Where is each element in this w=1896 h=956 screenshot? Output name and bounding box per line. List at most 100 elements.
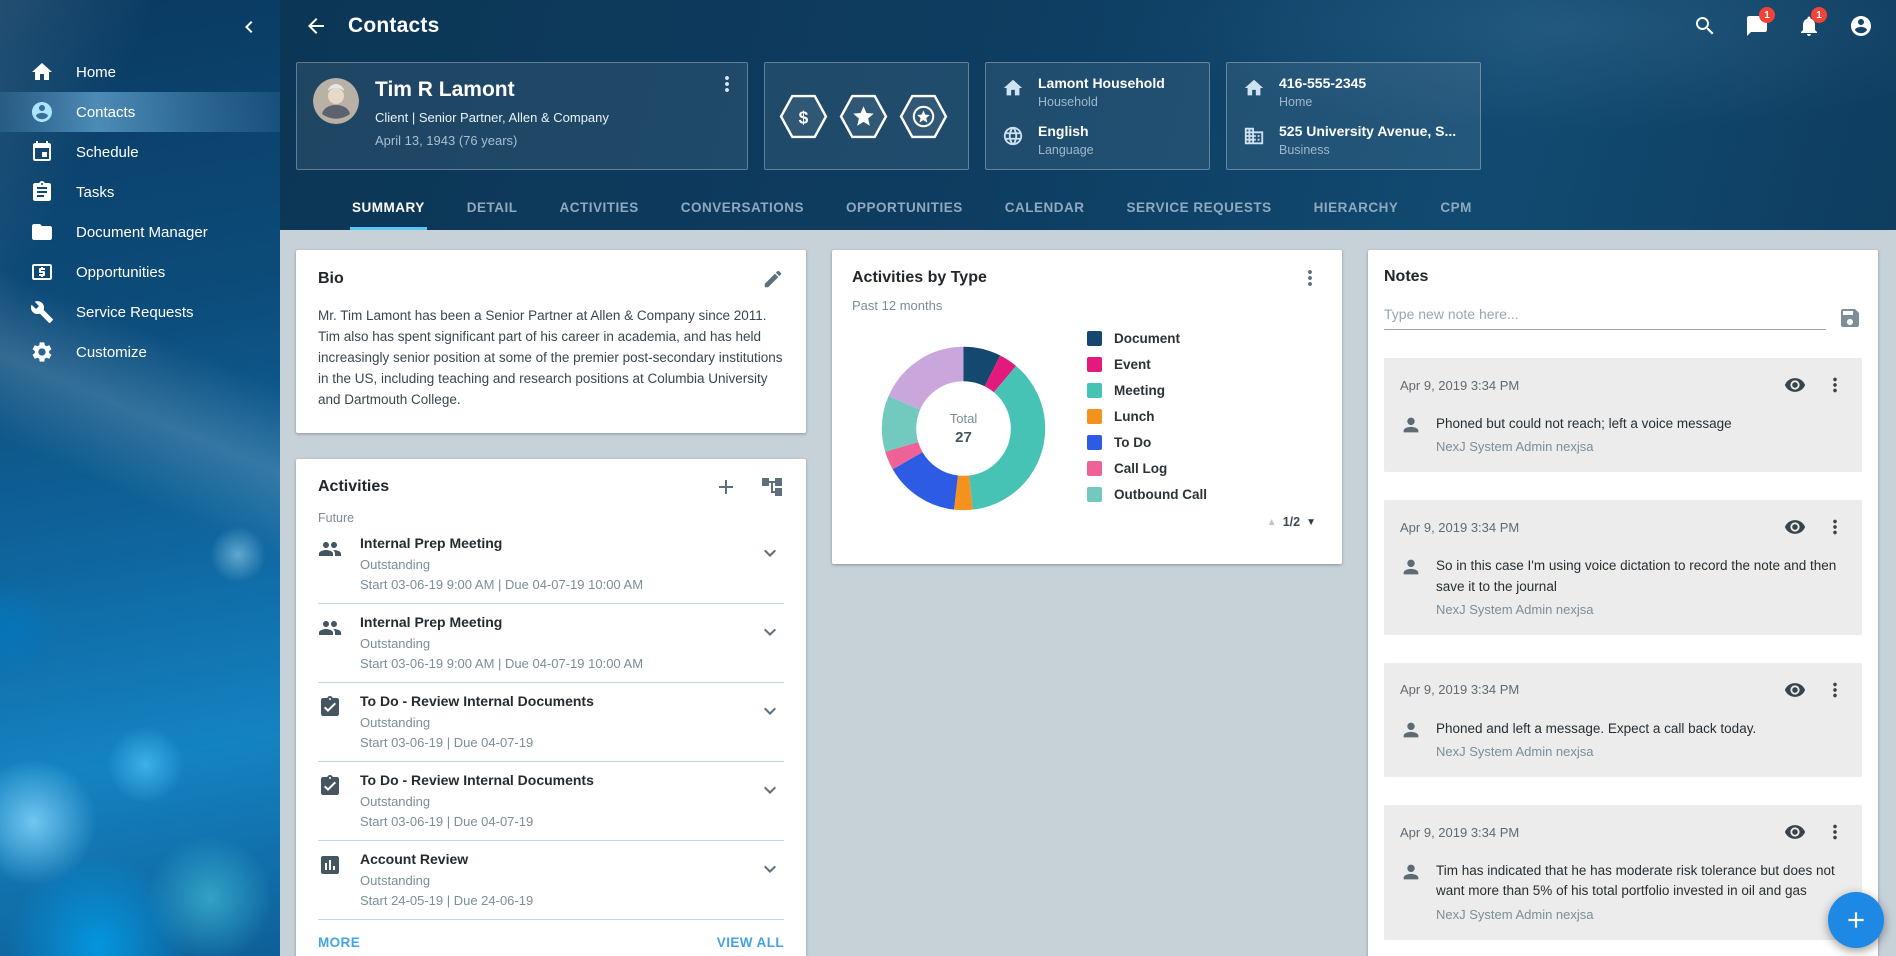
- expand-activity-button[interactable]: [758, 620, 782, 644]
- sidebar-item[interactable]: Customize: [0, 332, 280, 372]
- contact-name: Tim R Lamont: [375, 78, 609, 102]
- chart-legend: Document Event MeetingLunch To Do Call Log Ou…: [1087, 325, 1316, 507]
- add-activity-button[interactable]: [714, 475, 738, 499]
- account-button[interactable]: [1840, 5, 1882, 47]
- sidebar-item[interactable]: Schedule: [0, 132, 280, 172]
- legend-label: To Do: [1114, 435, 1151, 450]
- kebab-icon: [1824, 821, 1846, 843]
- info-label: Home: [1279, 95, 1366, 109]
- info-row[interactable]: English Language: [1002, 123, 1193, 157]
- search-button[interactable]: [1684, 5, 1726, 47]
- view-all-button[interactable]: VIEW ALL: [717, 935, 784, 950]
- save-note-button[interactable]: [1838, 306, 1862, 330]
- chart-title: Activities by Type: [852, 269, 987, 287]
- chart-menu-button[interactable]: [1298, 266, 1322, 290]
- award-badge-icon[interactable]: [899, 94, 948, 139]
- legend-item[interactable]: Outbound Call: [1087, 481, 1316, 507]
- arrow-back-icon: [304, 14, 328, 38]
- expand-activity-button[interactable]: [758, 699, 782, 723]
- legend-item[interactable]: Meeting: [1087, 377, 1316, 403]
- add-fab-button[interactable]: [1828, 892, 1884, 948]
- info-row[interactable]: Lamont Household Household: [1002, 75, 1193, 109]
- tab[interactable]: DETAIL: [465, 186, 520, 230]
- expand-activity-button[interactable]: [758, 857, 782, 881]
- new-note-input[interactable]: [1384, 300, 1826, 330]
- activities-card: Activities Future: [296, 459, 806, 956]
- sidebar-item[interactable]: Home: [0, 52, 280, 92]
- note-menu-button[interactable]: [1824, 516, 1846, 538]
- activity-dates: Start 03-06-19 | Due 04-07-19: [360, 814, 594, 829]
- legend-label: Event: [1114, 357, 1151, 372]
- sidebar-item[interactable]: Service Requests: [0, 292, 280, 332]
- note-item[interactable]: Apr 9, 2019 3:34 PM: [1384, 358, 1862, 472]
- tab[interactable]: CONVERSATIONS: [679, 186, 806, 230]
- info-row[interactable]: 525 University Avenue, S... Business: [1243, 123, 1464, 157]
- view-note-button[interactable]: [1784, 374, 1806, 396]
- activity-hierarchy-button[interactable]: [760, 475, 784, 499]
- tab[interactable]: OPPORTUNITIES: [844, 186, 965, 230]
- star-badge-icon[interactable]: [839, 94, 888, 139]
- page-header: Contacts 1 1: [280, 0, 1896, 230]
- tab[interactable]: ACTIVITIES: [558, 186, 641, 230]
- activity-row[interactable]: Internal Prep Meeting Outstanding Start …: [318, 604, 784, 683]
- view-note-button[interactable]: [1784, 679, 1806, 701]
- legend-label: Outbound Call: [1114, 487, 1207, 502]
- activity-status: Outstanding: [360, 636, 643, 651]
- note-item[interactable]: Apr 9, 2019 3:34 PM: [1384, 500, 1862, 635]
- tab[interactable]: CPM: [1438, 186, 1474, 230]
- tab[interactable]: HIERARCHY: [1312, 186, 1401, 230]
- notifications-button[interactable]: 1: [1788, 5, 1830, 47]
- tab-label: DETAIL: [467, 200, 518, 215]
- view-note-button[interactable]: [1784, 821, 1806, 843]
- sidebar-item[interactable]: Document Manager: [0, 212, 280, 252]
- activity-title: Account Review: [360, 851, 533, 868]
- tab[interactable]: CALENDAR: [1003, 186, 1087, 230]
- activity-row[interactable]: To Do - Review Internal Documents Outsta…: [318, 762, 784, 841]
- dollar-badge-icon[interactable]: $: [779, 94, 828, 139]
- plus-icon: [714, 475, 738, 499]
- legend-item[interactable]: Event: [1087, 351, 1316, 377]
- sidebar-item-label: Contacts: [76, 104, 135, 121]
- legend-swatch: [1087, 461, 1102, 476]
- note-item[interactable]: Apr 9, 2019 3:34 PM: [1384, 663, 1862, 777]
- more-button[interactable]: MORE: [318, 935, 360, 950]
- legend-pagination: ▲ 1/2 ▼: [1087, 515, 1316, 529]
- info-row[interactable]: 416-555-2345 Home: [1243, 75, 1464, 109]
- back-button[interactable]: [296, 6, 336, 46]
- household-card: Lamont Household Household English Langu…: [985, 62, 1210, 170]
- edit-bio-button[interactable]: [762, 268, 784, 290]
- legend-item[interactable]: To Do: [1087, 429, 1316, 455]
- expand-activity-button[interactable]: [758, 778, 782, 802]
- messages-button[interactable]: 1: [1736, 5, 1778, 47]
- legend-item[interactable]: Call Log: [1087, 455, 1316, 481]
- activity-row[interactable]: Account Review Outstanding Start 24-05-1…: [318, 841, 784, 920]
- note-date: Apr 9, 2019 3:34 PM: [1400, 520, 1519, 535]
- contact-menu-button[interactable]: [715, 71, 741, 97]
- activity-type-icon: [318, 774, 342, 798]
- note-item[interactable]: Apr 9, 2019 3:34 PM: [1384, 805, 1862, 940]
- activity-texts: To Do - Review Internal Documents Outsta…: [360, 772, 594, 829]
- legend-swatch: [1087, 409, 1102, 424]
- note-menu-button[interactable]: [1824, 679, 1846, 701]
- sidebar-item[interactable]: Contacts: [0, 92, 280, 132]
- activity-row[interactable]: Internal Prep Meeting Outstanding Start …: [318, 525, 784, 604]
- view-note-button[interactable]: [1784, 516, 1806, 538]
- activity-row[interactable]: To Do - Review Internal Documents Outsta…: [318, 683, 784, 762]
- collapse-sidebar-button[interactable]: [232, 10, 266, 44]
- sidebar-item[interactable]: Tasks: [0, 172, 280, 212]
- legend-page-down-icon[interactable]: ▼: [1306, 517, 1316, 528]
- expand-activity-button[interactable]: [758, 541, 782, 565]
- note-text: So in this case I'm using voice dictatio…: [1436, 556, 1846, 597]
- tab[interactable]: SUMMARY: [350, 186, 427, 230]
- note-menu-button[interactable]: [1824, 821, 1846, 843]
- note-menu-button[interactable]: [1824, 374, 1846, 396]
- tab-label: SUMMARY: [352, 200, 425, 215]
- legend-page-up-icon[interactable]: ▲: [1267, 517, 1277, 528]
- note-texts: Phoned and left a message. Expect a call…: [1436, 719, 1756, 759]
- activity-dates: Start 03-06-19 9:00 AM | Due 04-07-19 10…: [360, 656, 643, 671]
- sidebar-item[interactable]: Opportunities: [0, 252, 280, 292]
- tab[interactable]: SERVICE REQUESTS: [1125, 186, 1274, 230]
- legend-item[interactable]: Lunch: [1087, 403, 1316, 429]
- column-middle: Activities by Type Past 12 months Total …: [832, 250, 1342, 956]
- legend-item[interactable]: Document: [1087, 325, 1316, 351]
